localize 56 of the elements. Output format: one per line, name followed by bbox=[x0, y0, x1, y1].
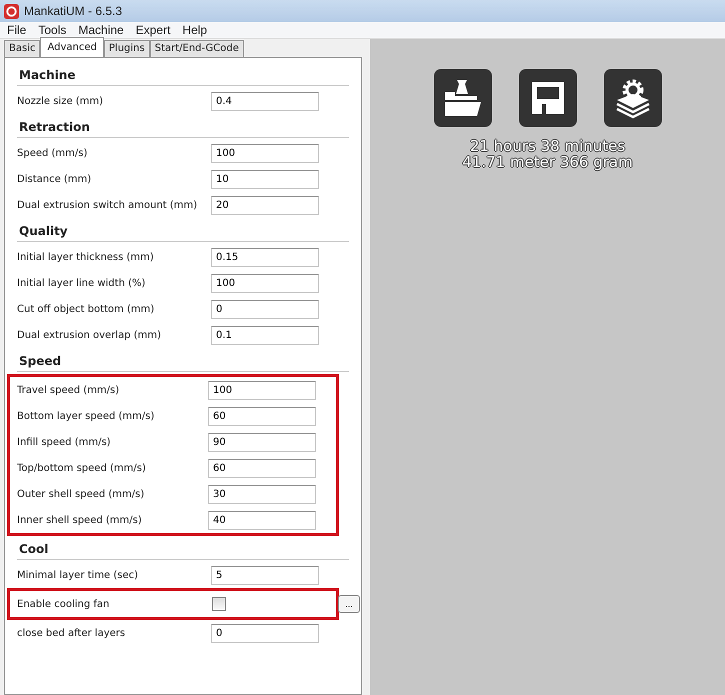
field-label: Dual extrusion switch amount (mm) bbox=[17, 200, 198, 210]
menu-item[interactable]: Tools bbox=[33, 22, 72, 38]
checkbox[interactable] bbox=[212, 597, 226, 611]
field-label: Nozzle size (mm) bbox=[17, 96, 104, 106]
slice-button[interactable] bbox=[604, 69, 662, 127]
more-button[interactable]: ... bbox=[338, 595, 360, 613]
app-logo-icon bbox=[4, 4, 19, 18]
save-button[interactable] bbox=[518, 69, 576, 127]
tab[interactable]: Basic bbox=[4, 40, 40, 57]
material-usage: 41.71 meter 366 gram bbox=[462, 154, 633, 170]
input-field[interactable]: 30 bbox=[208, 484, 316, 504]
print-time: 21 hours 38 minutes bbox=[468, 138, 626, 154]
field-label: Distance (mm) bbox=[17, 174, 92, 184]
input-field[interactable]: 90 bbox=[208, 432, 316, 452]
field-label: Speed (mm/s) bbox=[17, 148, 88, 158]
input-field[interactable]: 5 bbox=[211, 566, 319, 584]
field-label: Dual extrusion overlap (mm) bbox=[17, 330, 162, 340]
window-title: MankatiUM - 6.5.3 bbox=[24, 4, 122, 18]
input-field[interactable]: 60 bbox=[208, 406, 316, 426]
section-heading: Machine bbox=[17, 62, 349, 86]
menu-item[interactable]: Machine bbox=[73, 22, 129, 38]
input-field[interactable]: 40 bbox=[208, 510, 316, 530]
field-label: Initial layer thickness (mm) bbox=[17, 252, 155, 262]
load-button[interactable] bbox=[434, 69, 492, 127]
checkbox-label: Enable cooling fan bbox=[17, 598, 110, 610]
tab[interactable]: Start/End-GCode bbox=[150, 40, 244, 57]
field-label: Cut off object bottom (mm) bbox=[17, 304, 156, 314]
input-field[interactable]: 0.15 bbox=[211, 248, 319, 266]
field-label: Bottom layer speed (mm/s) bbox=[17, 410, 156, 422]
field-label: Infill speed (mm/s) bbox=[17, 436, 112, 448]
input-field[interactable]: 60 bbox=[208, 458, 316, 478]
input-field[interactable]: 20 bbox=[211, 196, 319, 214]
section-heading: Retraction bbox=[17, 114, 349, 138]
input-field[interactable]: 100 bbox=[208, 380, 316, 400]
input-field[interactable]: 0 bbox=[211, 624, 319, 642]
input-field[interactable]: 0.4 bbox=[211, 92, 319, 110]
menu-item[interactable]: Expert bbox=[130, 22, 176, 38]
field-label: Travel speed (mm/s) bbox=[17, 384, 120, 396]
input-field[interactable]: 100 bbox=[211, 144, 319, 162]
input-field[interactable]: 0 bbox=[211, 300, 319, 318]
field-label: close bed after layers bbox=[17, 628, 126, 638]
section-heading: Cool bbox=[17, 536, 349, 560]
field-label: Top/bottom speed (mm/s) bbox=[17, 462, 147, 474]
menu-item[interactable]: Help bbox=[177, 22, 212, 38]
tab[interactable]: Advanced bbox=[40, 37, 104, 57]
section-heading: Speed bbox=[17, 348, 349, 372]
section-heading: Quality bbox=[17, 218, 349, 242]
input-field[interactable]: 10 bbox=[211, 170, 319, 188]
tab[interactable]: Plugins bbox=[104, 40, 150, 57]
input-field[interactable]: 100 bbox=[211, 274, 319, 292]
input-field[interactable]: 0.1 bbox=[211, 326, 319, 344]
field-label: Inner shell speed (mm/s) bbox=[17, 514, 143, 526]
menu-item[interactable]: File bbox=[2, 22, 32, 38]
field-label: Minimal layer time (sec) bbox=[17, 570, 140, 580]
field-label: Initial layer line width (%) bbox=[17, 278, 146, 288]
field-label: Outer shell speed (mm/s) bbox=[17, 488, 146, 500]
